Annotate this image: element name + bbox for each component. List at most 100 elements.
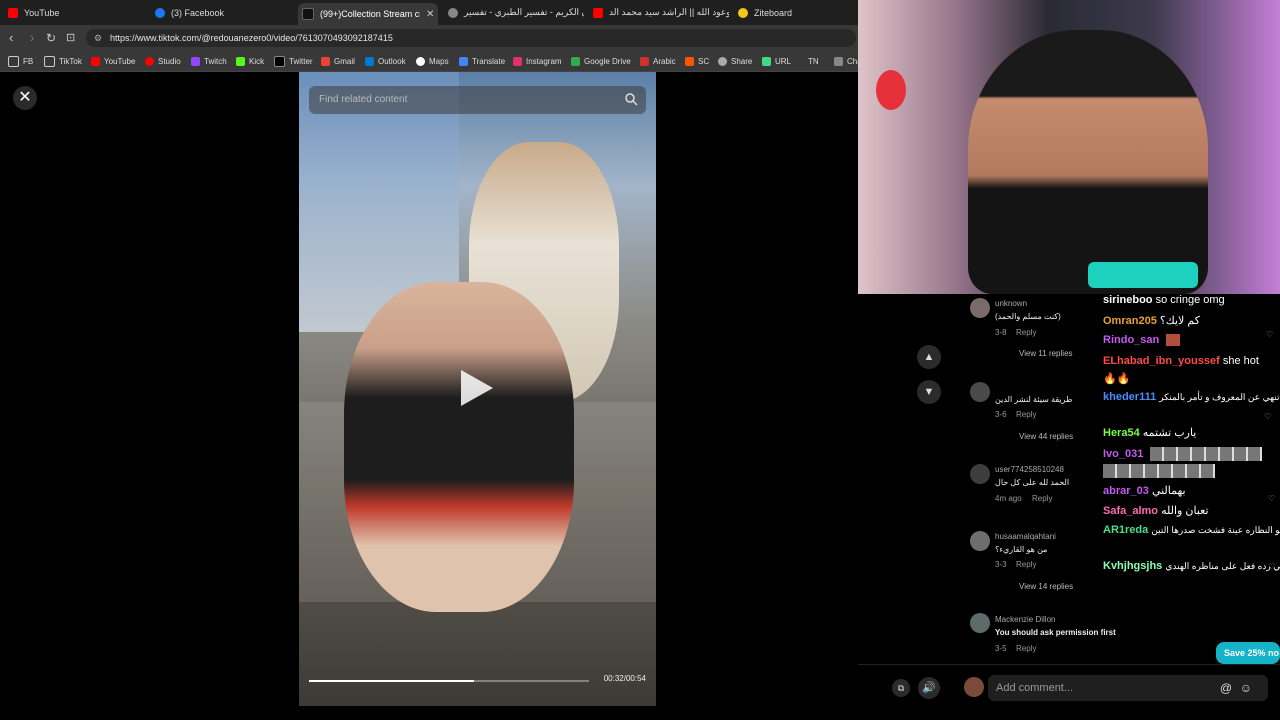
webcam-overlay [858,0,1280,294]
reply-button[interactable]: Reply [1016,644,1036,653]
chat-username: Omran205 [1103,315,1157,327]
video-player[interactable]: Find related content 00:32/00:54 [299,72,656,706]
tab-video[interactable]: موعود الله || الراشد سيد محمد الد [593,3,729,22]
bookmark-studio[interactable]: Studio [145,54,181,68]
bookmark-icon[interactable]: ⊡ [66,30,75,46]
tab-facebook[interactable]: (3) Facebook [155,3,295,22]
like-icon[interactable]: ♡ [1266,330,1273,339]
related-content-search[interactable]: Find related content [309,86,646,114]
bookmark-outlook[interactable]: Outlook [365,54,406,68]
avatar[interactable] [970,382,990,402]
chat-username: ELhabad_ibn_youssef [1103,355,1220,367]
mention-icon[interactable]: @ [1220,675,1232,701]
bookmark-google-drive[interactable]: Google Drive [571,54,631,68]
search-placeholder: Find related content [319,94,408,105]
site-settings-icon[interactable]: ⚙ [94,29,102,47]
chat-text: كم لايك؟ [1159,315,1200,327]
reply-button[interactable]: Reply [1032,494,1052,503]
pip-icon[interactable]: ⧉ [892,679,910,697]
bookmark-arabic[interactable]: Arabic [640,54,676,68]
reload-icon[interactable]: ↻ [46,30,56,46]
video-time: 00:32/00:54 [603,674,646,683]
comment-date: 3-3 [995,560,1007,569]
ziteboard-icon [738,7,748,18]
comment-date: 4m ago [995,494,1022,503]
close-tab-icon[interactable]: ✕ [426,9,434,20]
fire-emotes: 🔥🔥 [1103,373,1131,385]
drive-icon [571,56,580,66]
youtube-icon [593,7,603,18]
comment-input[interactable]: Add comment... @ ☺ [988,675,1268,701]
comment-username[interactable]: husaamalqahtani [995,532,1056,541]
tab-label: YouTube [24,7,60,18]
bookmark-kick[interactable]: Kick [236,54,264,68]
view-replies[interactable]: View 14 replies [1019,582,1073,591]
next-video-button[interactable]: ▼ [917,380,941,404]
bookmark-tiktok[interactable]: TikTok [44,54,82,68]
tab-collection-stream[interactable]: (99+)Collection Stream creat ✕ [298,3,438,25]
chat-message: Kvhjhgsjhs قصي رده فعل على مناظره الهندي [1103,560,1280,572]
bookmark-twitch[interactable]: Twitch [191,54,227,68]
forward-icon[interactable]: › [30,30,34,46]
like-icon[interactable]: ♡ [1268,494,1275,503]
tiktok-icon [302,8,314,20]
video-progress-bar[interactable] [309,680,589,682]
back-icon[interactable]: ‹ [9,30,13,46]
reply-button[interactable]: Reply [1016,560,1036,569]
avatar[interactable] [970,298,990,318]
comment-username[interactable]: user774258510248 [995,465,1064,474]
close-icon: ✕ [18,89,32,106]
reply-button[interactable]: Reply [1016,328,1036,337]
chat-message: AR1reda لو قلعتو النظاره عينة فشخت صدرها… [1103,524,1280,536]
bookmark-label: Arabic [653,56,676,66]
bookmark-gmail[interactable]: Gmail [321,54,355,68]
bookmark-tn[interactable]: TN [808,54,819,68]
bookmark-label: Google Drive [584,56,631,66]
reply-button[interactable]: Reply [1016,410,1036,419]
bookmark-translate[interactable]: Translate [459,54,505,68]
bookmark-youtube[interactable]: YouTube [91,54,135,68]
chat-username: Ivo_031 [1103,447,1144,460]
facebook-icon [155,7,165,18]
kick-icon [236,56,245,66]
view-replies[interactable]: View 44 replies [1019,432,1073,441]
chat-username: abrar_03 [1103,485,1149,497]
bookmark-url[interactable]: URL [762,54,791,68]
view-replies[interactable]: View 11 replies [1019,349,1073,358]
avatar[interactable] [970,464,990,484]
chat-text: she hot [1222,355,1259,367]
tab-youtube[interactable]: YouTube [8,3,148,22]
bookmark-sc[interactable]: SC [685,54,709,68]
url-text: https://www.tiktok.com/@redouanezero0/vi… [110,33,393,43]
close-viewer-button[interactable]: ✕ [13,86,37,110]
bookmark-share[interactable]: Share [718,54,752,68]
comment-username[interactable]: unknown [995,299,1027,308]
chat-username: AR1reda [1103,524,1149,536]
instagram-icon [513,56,522,66]
comment-username[interactable]: Mackenzie Dillon [995,615,1055,624]
youtube-icon [8,7,18,18]
tab-ziteboard[interactable]: Ziteboard [738,3,848,22]
chat-message: abrar_03 بهمالني [1103,484,1186,497]
search-icon[interactable] [624,92,638,106]
bookmark-fb[interactable]: FB [8,54,33,68]
volume-icon[interactable]: 🔊 [918,677,940,699]
save-offer-badge[interactable]: Save 25% no [1216,642,1280,664]
comment-text: من هو القاريء؟ [995,545,1048,554]
like-icon[interactable]: ♡ [1264,412,1271,421]
twitch-icon [191,56,200,66]
bookmark-label: URL [775,56,792,66]
emoji-icon[interactable]: ☺ [1240,675,1252,701]
avatar[interactable] [970,531,990,551]
avatar[interactable] [970,613,990,633]
bookmark-instagram[interactable]: Instagram [513,54,562,68]
bookmark-maps[interactable]: Maps [416,54,449,68]
previous-video-button[interactable]: ▲ [917,345,941,369]
bookmark-label: Kick [249,56,265,66]
play-icon[interactable] [461,370,493,406]
tab-label: موعود الله || الراشد سيد محمد الد [609,7,729,17]
chat-message: Ivo_031 [1103,447,1263,461]
bookmark-twitter[interactable]: Twitter [274,54,313,68]
tab-quran[interactable]: القرآن الكريم - تفسير الطبري - تفسير [448,3,584,22]
url-field[interactable]: ⚙ https://www.tiktok.com/@redouanezero0/… [86,29,856,47]
